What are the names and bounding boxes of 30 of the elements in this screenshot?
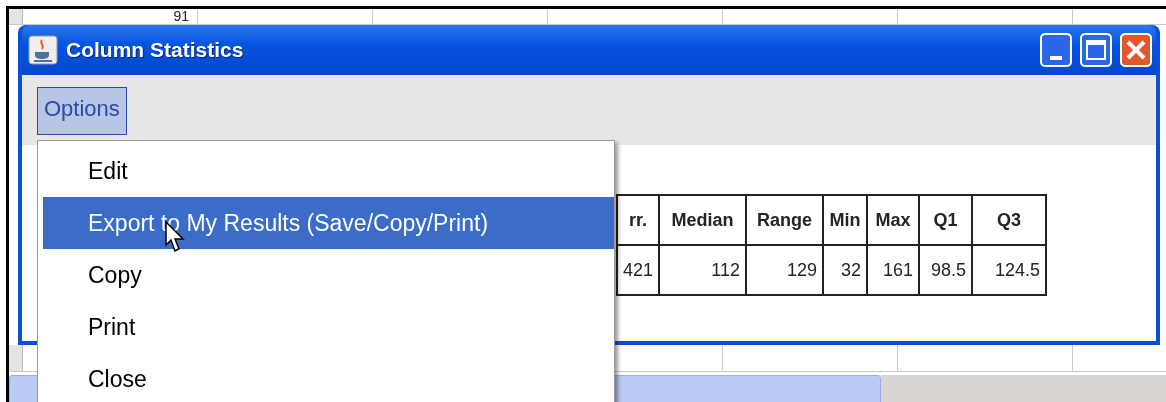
table-cell: 98.5	[919, 245, 973, 295]
row-header	[9, 9, 23, 24]
table-cell: 32	[823, 245, 868, 295]
menu-item[interactable]: Copy	[43, 249, 614, 301]
menu-item[interactable]: Print	[43, 301, 614, 353]
maximize-button[interactable]	[1080, 33, 1112, 67]
sheet-cell: 91	[23, 9, 198, 24]
window-title: Column Statistics	[66, 37, 245, 64]
java-cup-icon	[28, 35, 58, 65]
minimize-button[interactable]	[1040, 33, 1072, 67]
table-cell: 421	[617, 245, 660, 295]
table-cell: 161	[867, 245, 920, 295]
column-header: Q3	[972, 195, 1047, 245]
menu-button[interactable]: Options	[37, 87, 127, 135]
column-header: Min	[823, 195, 868, 245]
minimize-icon	[1050, 56, 1062, 60]
menu-item[interactable]: Edit	[43, 145, 614, 197]
menu-item[interactable]: Close	[43, 353, 614, 402]
column-header: rr.	[617, 195, 660, 245]
column-header: Max	[867, 195, 920, 245]
close-icon	[1125, 39, 1147, 61]
close-button[interactable]	[1120, 33, 1152, 67]
column-header: Median	[659, 195, 747, 245]
table-cell: 129	[746, 245, 824, 295]
table-cell: 124.5	[972, 245, 1047, 295]
table-cell: 112	[659, 245, 747, 295]
column-header: Q1	[919, 195, 973, 245]
column-header: Range	[746, 195, 824, 245]
row-header	[9, 345, 23, 371]
maximize-icon	[1085, 39, 1107, 61]
